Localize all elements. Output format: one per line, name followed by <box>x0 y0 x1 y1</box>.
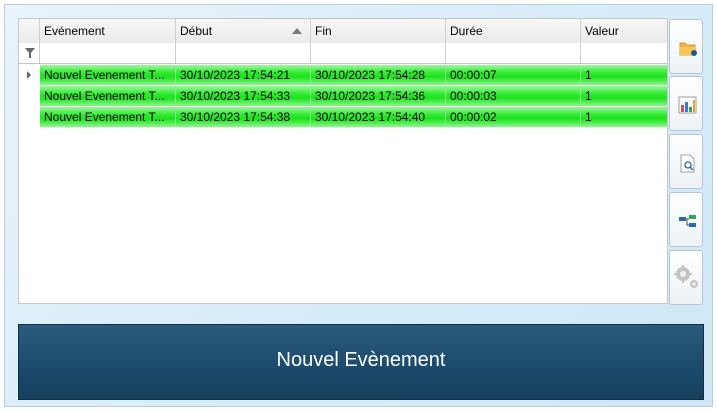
cell-event[interactable]: Nouvel Evenement T... <box>40 86 176 106</box>
row-indicator[interactable] <box>19 86 40 107</box>
cell-start[interactable]: 30/10/2023 17:54:33 <box>176 86 311 106</box>
chart-button[interactable] <box>669 76 703 131</box>
filter-cell-duration[interactable] <box>446 43 581 63</box>
cell-start[interactable]: 30/10/2023 17:54:21 <box>176 65 311 85</box>
filter-cell-start[interactable] <box>176 43 311 63</box>
cell-value[interactable]: 1 <box>581 65 667 85</box>
cell-start[interactable]: 30/10/2023 17:54:38 <box>176 107 311 127</box>
column-header-end[interactable]: Fin <box>311 19 446 43</box>
cell-duration[interactable]: 00:00:03 <box>446 86 581 106</box>
current-row-icon <box>27 71 31 79</box>
cell-event[interactable]: Nouvel Evenement T... <box>40 107 176 127</box>
row-cells: Nouvel Evenement T... 30/10/2023 17:54:3… <box>40 86 667 107</box>
column-header-end-label: Fin <box>315 24 332 38</box>
document-search-button[interactable] <box>669 134 703 189</box>
filter-cell-value[interactable] <box>581 43 667 63</box>
row-cells: Nouvel Evenement T... 30/10/2023 17:54:2… <box>40 65 667 86</box>
cell-duration[interactable]: 00:00:02 <box>446 107 581 127</box>
table-row[interactable]: Nouvel Evenement T... 30/10/2023 17:54:3… <box>19 86 667 107</box>
grid-rows: Nouvel Evenement T... 30/10/2023 17:54:2… <box>19 65 667 128</box>
cell-event[interactable]: Nouvel Evenement T... <box>40 65 176 85</box>
column-header-start-label: Début <box>180 24 213 38</box>
column-header-event[interactable]: Evénement <box>40 19 176 43</box>
cell-end[interactable]: 30/10/2023 17:54:40 <box>311 107 446 127</box>
gears-icon <box>674 265 698 288</box>
row-cells: Nouvel Evenement T... 30/10/2023 17:54:3… <box>40 107 667 128</box>
sort-ascending-icon <box>292 28 302 34</box>
cell-end[interactable]: 30/10/2023 17:54:36 <box>311 86 446 106</box>
column-header-event-label: Evénement <box>44 24 105 38</box>
filter-icon <box>25 48 35 58</box>
new-event-button[interactable]: Nouvel Evènement <box>18 324 704 400</box>
filter-cell-event[interactable] <box>40 43 176 63</box>
filter-cell-end[interactable] <box>311 43 446 63</box>
folder-icon <box>679 42 697 56</box>
row-indicator[interactable] <box>19 107 40 128</box>
grid-header: Evénement Début Fin Durée Valeur <box>19 19 667 44</box>
cell-value[interactable]: 1 <box>581 107 667 127</box>
column-header-value[interactable]: Valeur <box>581 19 667 43</box>
column-header-duration[interactable]: Durée <box>446 19 581 43</box>
bar-chart-icon <box>678 96 697 114</box>
filter-cell-icon[interactable] <box>19 43 40 63</box>
table-row[interactable]: Nouvel Evenement T... 30/10/2023 17:54:2… <box>19 65 667 86</box>
document-search-icon <box>680 154 695 173</box>
table-row[interactable]: Nouvel Evenement T... 30/10/2023 17:54:3… <box>19 107 667 128</box>
flow-button[interactable] <box>669 192 703 247</box>
column-header-duration-label: Durée <box>450 24 483 38</box>
cell-value[interactable]: 1 <box>581 86 667 106</box>
filter-row <box>19 43 667 64</box>
cell-end[interactable]: 30/10/2023 17:54:28 <box>311 65 446 85</box>
event-grid: Evénement Début Fin Durée Valeur Nouvel … <box>18 18 668 304</box>
column-header-value-label: Valeur <box>585 24 619 38</box>
cell-duration[interactable]: 00:00:07 <box>446 65 581 85</box>
row-indicator[interactable] <box>19 65 40 86</box>
flow-icon <box>679 215 696 227</box>
settings-button[interactable] <box>669 250 703 305</box>
open-folder-button[interactable] <box>669 19 703 74</box>
column-header-start[interactable]: Début <box>176 19 311 43</box>
header-corner <box>19 19 40 43</box>
